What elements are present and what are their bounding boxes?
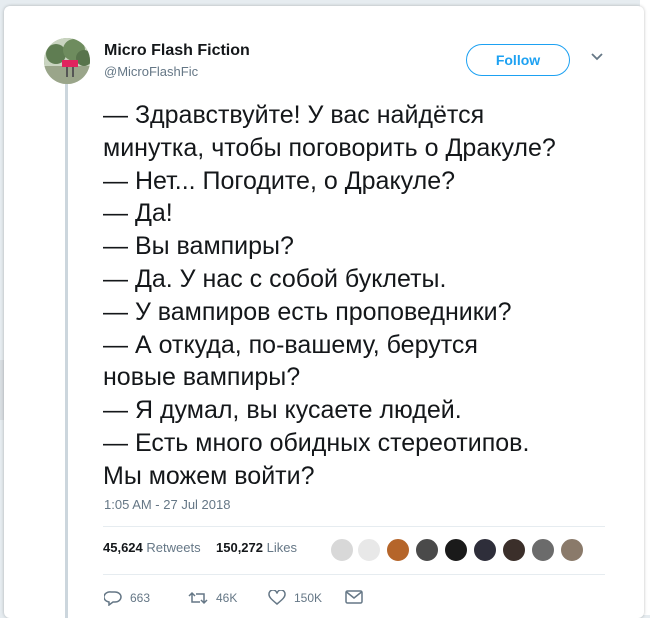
display-name[interactable]: Micro Flash Fiction [104,42,250,60]
avatar[interactable] [44,38,90,84]
liker-avatar[interactable] [560,538,584,562]
retweets-count: 45,624 [103,540,143,555]
tweet-line: — Да. У нас с собой буклеты. [103,264,447,293]
retweets-stat[interactable]: 45,624 Retweets [103,540,201,555]
tweet-line: — Да! [103,199,173,228]
like-action[interactable]: 150K [268,590,322,606]
tweet-line: — Я думал, вы кусаете людей. [103,396,462,425]
reply-action[interactable]: 663 [104,590,150,606]
retweet-icon [188,591,208,605]
likes-stat[interactable]: 150,272 Likes [216,540,297,555]
liker-avatar[interactable] [386,538,410,562]
liker-avatar[interactable] [502,538,526,562]
follow-button[interactable]: Follow [466,44,570,76]
retweets-label: Retweets [146,540,201,555]
liker-avatar[interactable] [357,538,381,562]
reply-icon [104,591,122,606]
envelope-icon [345,590,363,604]
tweet-line: — Вы вампиры? [103,232,294,261]
tweet-line: — Здравствуйте! У вас найдётся [103,101,485,129]
heart-icon [268,590,286,605]
chevron-down-icon[interactable] [590,52,604,62]
tweet-line: — Есть много обидных стереотипов. [103,428,530,457]
likers-avatars [330,538,586,562]
divider [103,574,605,575]
tweet-line: — У вампиров есть проповедники? [103,297,512,326]
liker-avatar[interactable] [330,538,354,562]
avatar-image [44,38,90,84]
tweet-line: новые вампиры? [103,363,301,392]
retweet-action[interactable]: 46K [188,590,237,606]
liker-avatar[interactable] [415,538,439,562]
tweet-line: — А откуда, по-вашему, берутся [103,330,478,359]
liker-avatar[interactable] [444,538,468,562]
screen-name[interactable]: @MicroFlashFic [104,64,198,79]
thread-line [65,78,68,618]
tweet-line: Мы можем войти? [103,461,315,490]
liker-avatar[interactable] [531,538,555,562]
likes-label: Likes [266,540,297,555]
tweet-line: — Нет... Погодите, о Дракуле? [103,166,456,195]
likes-count: 150,272 [216,540,263,555]
divider [103,526,605,527]
timestamp[interactable]: 1:05 AM - 27 Jul 2018 [104,497,230,512]
liker-avatar[interactable] [473,538,497,562]
tweet-text: — Здравствуйте! У вас найдётся минутка, … [103,99,623,493]
reply-count: 663 [130,591,151,605]
like-count: 150K [294,591,323,605]
message-action[interactable] [345,590,371,604]
retweet-count: 46K [216,591,238,605]
tweet-line: минутка, чтобы поговорить о Дракуле? [103,133,556,162]
